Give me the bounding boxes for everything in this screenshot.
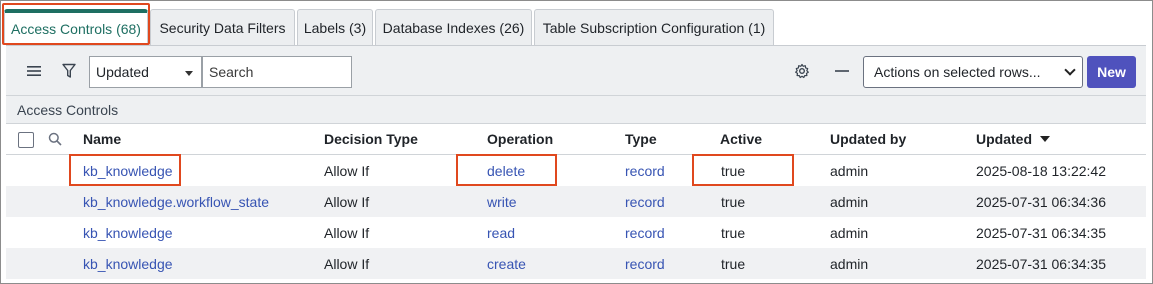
cell-updated-by: admin [830,162,869,179]
related-list-tabs: Access Controls (68) Security Data Filte… [4,9,776,45]
chevron-down-icon [1064,64,1076,76]
column-header-updated-by[interactable]: Updated by [830,124,906,154]
tab-label: Security Data Filters [159,19,286,36]
search-icon[interactable] [48,124,62,154]
cell-name-link[interactable]: kb_knowledge [83,248,173,279]
cell-name-link[interactable]: kb_knowledge [83,217,173,248]
cell-operation-link[interactable]: write [487,186,517,217]
cell-operation-link[interactable]: create [487,248,526,279]
actions-on-selected-rows-select[interactable]: Actions on selected rows... [863,56,1083,88]
list-title: Access Controls [6,95,1146,123]
tab-labels[interactable]: Labels (3) [297,9,373,45]
cell-operation-link[interactable]: read [487,217,515,248]
tab-label: Access Controls (68) [11,21,141,37]
cell-active: true [721,193,746,210]
cell-updated-by: admin [830,255,869,272]
column-header-decision-type[interactable]: Decision Type [324,124,418,154]
tab-label: Database Indexes (26) [382,19,525,36]
gear-icon[interactable] [792,61,812,81]
column-header-name[interactable]: Name [83,124,121,154]
table-row: kb_knowledge.workflow_state Allow If wri… [6,186,1146,217]
cell-updated-by: admin [830,224,869,241]
cell-decision-type: Allow If [324,162,370,179]
cell-name-link[interactable]: kb_knowledge [83,155,173,186]
cell-updated-by: admin [830,193,869,210]
cell-name-link[interactable]: kb_knowledge.workflow_state [83,186,269,217]
cell-type-link[interactable]: record [625,155,665,186]
column-header-updated[interactable]: Updated [976,124,1050,154]
cell-active: true [721,224,746,241]
search-field-value: Updated [96,64,149,80]
select-all-checkbox[interactable] [18,132,34,148]
table-row: kb_knowledge Allow If create record true… [6,248,1146,279]
cell-decision-type: Allow If [324,193,370,210]
tab-label: Table Subscription Configuration (1) [542,19,766,36]
new-button[interactable]: New [1087,56,1136,88]
actions-select-value: Actions on selected rows... [874,64,1041,80]
cell-type-link[interactable]: record [625,186,665,217]
tab-security-data-filters[interactable]: Security Data Filters [150,9,295,45]
cell-updated: 2025-07-31 06:34:35 [976,224,1106,241]
cell-decision-type: Allow If [324,255,370,272]
tab-table-subscription-configuration[interactable]: Table Subscription Configuration (1) [534,9,774,45]
cell-updated: 2025-08-18 13:22:42 [976,162,1106,179]
cell-type-link[interactable]: record [625,248,665,279]
list-toolbar: Updated Actions on selected rows... New [6,45,1146,95]
column-header-updated-label: Updated [976,131,1032,147]
hamburger-menu-icon[interactable] [24,61,44,81]
access-controls-table: Name Decision Type Operation Type Active… [6,123,1146,279]
minus-icon[interactable] [832,61,852,81]
cell-decision-type: Allow If [324,224,370,241]
cell-operation-link[interactable]: delete [487,155,525,186]
search-input[interactable] [202,56,352,88]
column-header-active[interactable]: Active [720,124,762,154]
cell-active: true [721,162,746,179]
cell-updated: 2025-07-31 06:34:36 [976,193,1106,210]
table-header-row: Name Decision Type Operation Type Active… [6,123,1146,155]
table-row: kb_knowledge Allow If delete record true… [6,155,1146,186]
column-header-operation[interactable]: Operation [487,124,553,154]
cell-updated: 2025-07-31 06:34:35 [976,255,1106,272]
search-field-select[interactable]: Updated [89,56,202,88]
filter-icon[interactable] [59,61,79,81]
tab-database-indexes[interactable]: Database Indexes (26) [375,9,532,45]
sort-descending-icon [1040,136,1050,142]
table-row: kb_knowledge Allow If read record true a… [6,217,1146,248]
cell-active: true [721,255,746,272]
column-header-type[interactable]: Type [625,124,657,154]
cell-type-link[interactable]: record [625,217,665,248]
tab-access-controls[interactable]: Access Controls (68) [4,9,148,45]
tab-label: Labels (3) [303,19,367,36]
caret-down-icon [185,71,193,76]
